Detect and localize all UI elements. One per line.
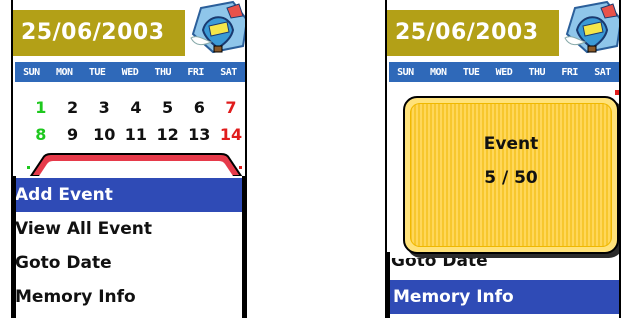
weekday-wed: WED [121, 66, 139, 78]
calendar-day[interactable]: 5 [152, 98, 184, 117]
calendar-day[interactable]: 14 [215, 125, 245, 144]
calendar-day[interactable]: 11 [120, 125, 152, 144]
calendar-day[interactable]: 13 [183, 125, 215, 144]
calendar-day[interactable]: 9 [57, 125, 89, 144]
red-marker [615, 90, 619, 95]
weekday-fri: FRI [187, 66, 204, 78]
weekday-mon: MON [55, 66, 73, 78]
weekday-header: SUN MON TUE WED THU FRI SAT [389, 62, 619, 82]
calendar-day[interactable]: 2 [57, 98, 89, 117]
weekday-mon: MON [429, 66, 447, 78]
calendar-day[interactable]: 1 [25, 98, 57, 117]
weekday-tue: TUE [88, 66, 106, 78]
weekday-sun: SUN [397, 66, 414, 78]
popup-title: Event [483, 134, 539, 154]
weekday-thu: THU [528, 66, 546, 78]
calendar-week-row: 1 2 3 4 5 6 7 [25, 94, 245, 121]
weekday-sat: SAT [594, 66, 611, 78]
menu-item-goto-date[interactable]: Goto Date [13, 246, 245, 280]
weekday-thu: THU [154, 66, 172, 78]
header: 25/06/2003 [387, 0, 619, 56]
menu-item-view-all-event[interactable]: View All Event [13, 212, 245, 246]
date-label: 25/06/2003 [395, 20, 539, 45]
weekday-wed: WED [495, 66, 513, 78]
weekday-sun: SUN [23, 66, 40, 78]
date-label: 25/06/2003 [21, 20, 165, 45]
balloon-icon [564, 0, 619, 54]
calendar-day[interactable]: 7 [215, 98, 245, 117]
calendar-day[interactable]: 12 [152, 125, 184, 144]
weekday-fri: FRI [561, 66, 578, 78]
calendar-screen-right: 25/06/2003 SUN MON TUE WED THU FRI SAT G… [385, 0, 621, 318]
menu-tab-decoration [27, 153, 243, 176]
weekday-header: SUN MON TUE WED THU FRI SAT [15, 62, 245, 82]
calendar-day[interactable]: 4 [120, 98, 152, 117]
calendar-week-row: 8 9 10 11 12 13 14 [25, 121, 245, 148]
options-menu: Add Event View All Event Goto Date Memor… [13, 178, 245, 314]
balloon-icon [190, 0, 245, 54]
calendar-day[interactable]: 6 [183, 98, 215, 117]
header: 25/06/2003 [13, 0, 245, 56]
calendar-grid: 1 2 3 4 5 6 7 8 9 10 11 12 13 14 [25, 94, 245, 148]
weekday-tue: TUE [462, 66, 480, 78]
calendar-day[interactable]: 10 [88, 125, 120, 144]
popup-event-count: 5 / 50 [484, 168, 538, 188]
menu-item-memory-info[interactable]: Memory Info [387, 280, 619, 314]
menu-item-add-event[interactable]: Add Event [13, 178, 245, 212]
menu-frame-left [387, 252, 390, 318]
calendar-day[interactable]: 3 [88, 98, 120, 117]
calendar-screen-left: 25/06/2003 SUN MON TUE WED THU FRI SAT 1… [11, 0, 247, 318]
menu-item-goto-date-partial[interactable]: Goto Date [391, 258, 491, 270]
event-count-popup: Event 5 / 50 [403, 96, 619, 254]
calendar-day[interactable]: 8 [25, 125, 57, 144]
weekday-sat: SAT [220, 66, 237, 78]
menu-item-memory-info[interactable]: Memory Info [13, 280, 245, 314]
